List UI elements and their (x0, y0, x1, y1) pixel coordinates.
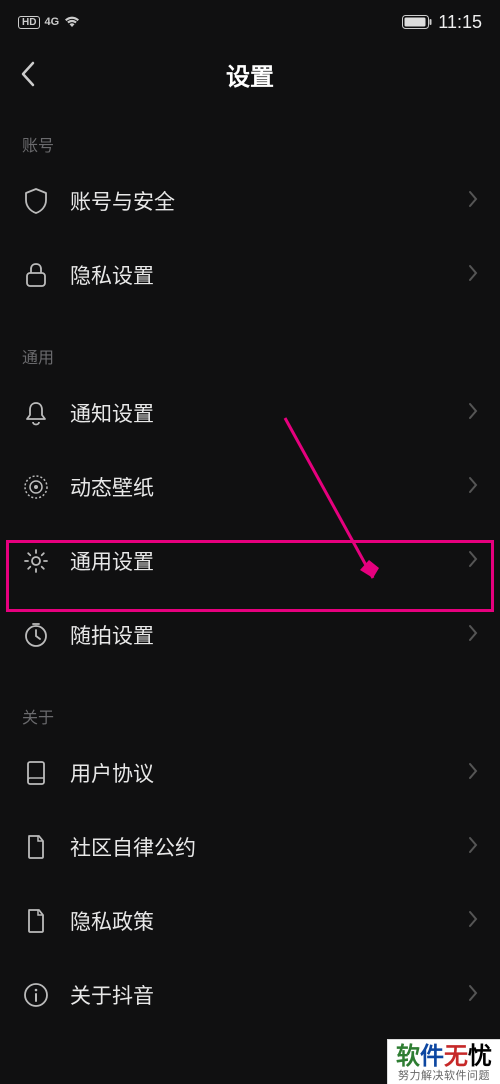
info-icon (22, 981, 50, 1009)
chevron-right-icon (468, 984, 478, 1007)
network-indicator: 4G (44, 16, 59, 28)
item-community-convention[interactable]: 社区自律公约 (0, 810, 500, 884)
item-label: 用户协议 (70, 758, 468, 788)
item-label: 社区自律公约 (70, 832, 468, 862)
item-label: 关于抖音 (70, 980, 468, 1010)
item-about-douyin[interactable]: 关于抖音 (0, 958, 500, 1032)
page-title: 设置 (0, 57, 500, 92)
timer-icon (22, 621, 50, 649)
item-label: 通用设置 (70, 546, 468, 576)
book-icon (22, 759, 50, 787)
watermark-title: 软件无忧 (396, 1044, 492, 1070)
target-icon (22, 473, 50, 501)
status-left: HD 4G (18, 15, 81, 29)
item-privacy-policy[interactable]: 隐私政策 (0, 884, 500, 958)
back-button[interactable] (20, 61, 36, 87)
item-label: 动态壁纸 (70, 472, 468, 502)
watermark: 软件无忧 努力解决软件问题 (387, 1039, 500, 1084)
document-icon (22, 907, 50, 935)
item-user-agreement[interactable]: 用户协议 (0, 736, 500, 810)
lock-icon (22, 261, 50, 289)
status-right: 11:15 (402, 12, 482, 33)
watermark-subtitle: 努力解决软件问题 (396, 1070, 492, 1082)
wifi-icon (63, 15, 81, 29)
chevron-right-icon (468, 762, 478, 785)
chevron-right-icon (468, 624, 478, 647)
chevron-right-icon (468, 836, 478, 859)
item-label: 隐私政策 (70, 906, 468, 936)
shield-icon (22, 187, 50, 215)
section-header-account: 账号 (0, 120, 500, 164)
gear-icon (22, 547, 50, 575)
item-account-security[interactable]: 账号与安全 (0, 164, 500, 238)
status-bar: HD 4G 11:15 (0, 0, 500, 44)
chevron-right-icon (468, 402, 478, 425)
item-label: 隐私设置 (70, 260, 468, 290)
chevron-right-icon (468, 264, 478, 287)
section-header-about: 关于 (0, 692, 500, 736)
chevron-right-icon (468, 190, 478, 213)
document-icon (22, 833, 50, 861)
item-label: 账号与安全 (70, 186, 468, 216)
chevron-right-icon (468, 910, 478, 933)
status-time: 11:15 (438, 12, 482, 33)
item-notification-settings[interactable]: 通知设置 (0, 376, 500, 450)
item-dynamic-wallpaper[interactable]: 动态壁纸 (0, 450, 500, 524)
battery-icon (402, 15, 432, 29)
chevron-right-icon (468, 476, 478, 499)
item-label: 通知设置 (70, 398, 468, 428)
page-header: 设置 (0, 44, 500, 104)
hd-indicator: HD (18, 16, 40, 29)
item-label: 随拍设置 (70, 620, 468, 650)
chevron-right-icon (468, 550, 478, 573)
section-header-general: 通用 (0, 332, 500, 376)
item-suipai-settings[interactable]: 随拍设置 (0, 598, 500, 672)
item-privacy-settings[interactable]: 隐私设置 (0, 238, 500, 312)
item-general-settings[interactable]: 通用设置 (0, 524, 500, 598)
bell-icon (22, 399, 50, 427)
